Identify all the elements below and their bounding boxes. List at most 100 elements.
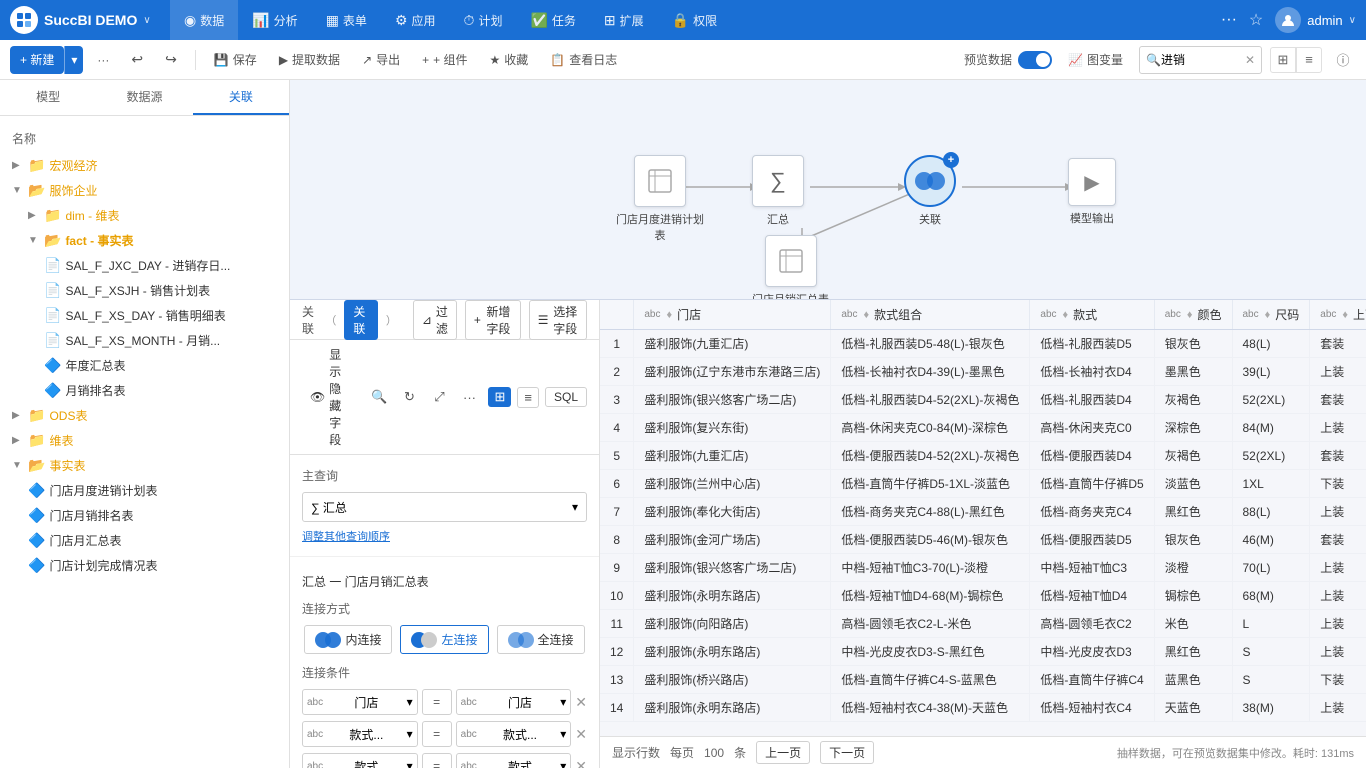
cond-delete-1[interactable]: ✕ [575,694,587,711]
sidebar-item-store-plan[interactable]: 🔷 门店月度进销计划表 [16,478,289,503]
log-button[interactable]: 📋 查看日志 [542,46,625,74]
sidebar-tab-join[interactable]: 关联 [193,80,289,115]
output-node[interactable]: ▶ 模型输出 [1068,158,1116,226]
fetch-button[interactable]: ▶ 提取数据 [271,46,348,74]
undo-button[interactable]: ↩ [123,46,151,74]
cond-eq-2[interactable]: = [422,721,452,747]
inner-join-button[interactable]: 内连接 [304,625,392,654]
cond-left-2[interactable]: abc 款式... ▾ [302,721,418,747]
more-button[interactable]: ··· [89,46,117,74]
nav-item-auth[interactable]: 🔒 权限 [658,0,731,40]
store-sum-node-box[interactable] [765,235,817,287]
nav-item-data[interactable]: ◉ 数据 [170,0,238,40]
nav-item-plan[interactable]: ⏱ 计划 [450,0,517,40]
cond-eq-1[interactable]: = [422,689,452,715]
store-plan-node[interactable]: 门店月度进销计划表 [615,155,705,243]
logo-area[interactable]: SuccBI DEMO ∨ [10,6,170,34]
main-query-select[interactable]: ∑ 汇总 ▾ [302,492,587,522]
expand-icon-btn[interactable]: ⤢ [426,384,452,410]
nav-item-app[interactable]: ⚙ 应用 [381,0,450,40]
sidebar-item-store-rank[interactable]: 🔷 门店月销排名表 [16,503,289,528]
adjust-order-link[interactable]: 调整其他查询顺序 [302,528,587,544]
nav-item-expand[interactable]: ⊞ 扩展 [590,0,658,40]
output-node-box[interactable]: ▶ [1068,158,1116,206]
var-button[interactable]: 📈 图变量 [1060,46,1131,74]
search-icon-btn[interactable]: 🔍 [366,384,392,410]
filter-button[interactable]: ⊿ 过滤 [413,300,457,340]
sidebar-item-sal-xsjh[interactable]: 📄 SAL_F_XSJH - 销售计划表 [32,278,289,303]
add-field-button[interactable]: + 新增字段 [465,300,521,340]
info-button[interactable]: ⓘ [1330,47,1356,73]
cell-color: 蓝黑色 [1154,666,1232,694]
sidebar-item-fashion[interactable]: ▼ 📂 服饰企业 [0,178,289,203]
collect-button[interactable]: ★ 收藏 [482,46,537,74]
nav-item-task[interactable]: ✅ 任务 [516,0,589,40]
export-button[interactable]: ↗ 导出 [354,46,408,74]
nav-item-table[interactable]: ▦ 表单 [312,0,381,40]
cell-style: 低档-短袖T恤D4 [1030,582,1154,610]
cell-style: 高档-休闲夹克C0 [1030,414,1154,442]
col-type-style-combo: abc [841,309,857,320]
select-field-button[interactable]: ☰ 选择字段 [529,300,587,340]
search-clear-icon[interactable]: ✕ [1245,53,1255,67]
cond-right-2[interactable]: abc 款式... ▾ [456,721,572,747]
new-dropdown-arrow[interactable]: ▾ [64,46,83,74]
list-view-button[interactable]: ≡ [1296,47,1322,73]
redo-button[interactable]: ↪ [157,46,185,74]
save-button[interactable]: 💾 保存 [206,46,265,74]
list-btn[interactable]: ≡ [517,387,539,408]
search-input[interactable] [1161,53,1241,67]
cond-left-3[interactable]: abc 款式 ▾ [302,753,418,768]
sidebar-item-monthly-rank[interactable]: 🔷 月销排名表 [32,378,289,403]
sidebar-tab-datasource[interactable]: 数据源 [96,80,192,115]
cond-delete-3[interactable]: ✕ [575,758,587,768]
store-plan-node-box[interactable] [634,155,686,207]
sidebar-item-store-sum[interactable]: 🔷 门店月汇总表 [16,528,289,553]
nav-item-analysis[interactable]: 📊 分析 [238,0,311,40]
refresh-icon-btn[interactable]: ↻ [396,384,422,410]
preview-switch[interactable] [1018,51,1052,69]
sidebar-item-dimtable[interactable]: ▶ 📁 维表 [0,428,289,453]
prev-page-button[interactable]: 上一页 [756,741,810,764]
cell-style: 低档-长袖衬衣D4 [1030,358,1154,386]
sidebar-item-sal-xsday[interactable]: 📄 SAL_F_XS_DAY - 销售明细表 [32,303,289,328]
plus-icon[interactable]: + [943,152,959,168]
join-header-row2: 👁 显示隐藏字段 🔍 ↻ ⤢ ··· ⊞ ≡ SQL [290,340,599,455]
new-button[interactable]: + 新建 [10,46,64,74]
hide-fields-button[interactable]: 👁 显示隐藏字段 [302,344,354,450]
full-join-button[interactable]: 全连接 [497,625,585,654]
next-page-button[interactable]: 下一页 [820,741,874,764]
sidebar-item-ods[interactable]: ▶ 📁 ODS表 [0,403,289,428]
nav-star-icon[interactable]: ☆ [1249,10,1263,30]
sidebar-item-macro[interactable]: ▶ 📁 宏观经济 [0,153,289,178]
cond-right-3[interactable]: abc 款式 ▾ [456,753,572,768]
admin-area[interactable]: admin ∨ [1275,7,1356,33]
cond-right-1[interactable]: abc 门店 ▾ [456,689,572,715]
sidebar-item-sal-month[interactable]: 📄 SAL_F_XS_MONTH - 月销... [32,328,289,353]
sidebar-item-sal-jxc[interactable]: 📄 SAL_F_JXC_DAY - 进销存日... [32,253,289,278]
sidebar-item-fact[interactable]: ▼ 📂 fact - 事实表 [16,228,289,253]
store-sum-node[interactable]: 门店月销汇总表 [752,235,829,299]
sidebar-item-dim[interactable]: ▶ 📁 dim - 维表 [16,203,289,228]
sidebar-tab-model[interactable]: 模型 [0,80,96,115]
sidebar-item-facttable[interactable]: ▼ 📂 事实表 [0,453,289,478]
sql-btn[interactable]: SQL [545,387,587,407]
cond-eq-3[interactable]: = [422,753,452,768]
sum-node-box[interactable]: ∑ [752,155,804,207]
cond-left-1[interactable]: abc 门店 ▾ [302,689,418,715]
sidebar-item-annual[interactable]: 🔷 年度汇总表 [32,353,289,378]
grid-btn[interactable]: ⊞ [488,387,511,407]
more-icon-btn[interactable]: ··· [456,384,482,410]
sum-node[interactable]: ∑ 汇总 [752,155,804,227]
nav-more-icon[interactable]: ··· [1221,11,1237,29]
left-join-button[interactable]: 左连接 [400,625,488,654]
grid-view-button[interactable]: ⊞ [1270,47,1296,73]
join-badge-active[interactable]: 关联 [344,300,377,340]
cell-size: 84(M) [1232,414,1310,442]
cond-delete-2[interactable]: ✕ [575,726,587,743]
join-node-box[interactable]: + [904,155,956,207]
join-node[interactable]: + 关联 [904,155,956,227]
sidebar-item-store-complete[interactable]: 🔷 门店计划完成情况表 [16,553,289,578]
cell-color: 银灰色 [1154,330,1232,358]
component-button[interactable]: + + 组件 [414,46,475,74]
